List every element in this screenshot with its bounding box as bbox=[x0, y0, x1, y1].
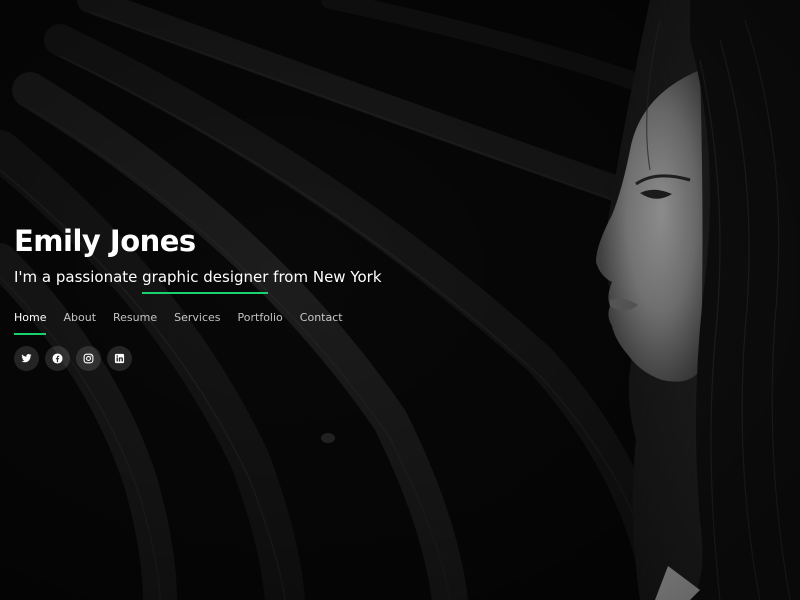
nav-about[interactable]: About bbox=[63, 309, 96, 333]
nav-portfolio[interactable]: Portfolio bbox=[238, 309, 283, 333]
hero-name: Emily Jones bbox=[14, 224, 196, 258]
facebook-icon bbox=[52, 353, 63, 364]
tagline-suffix: from New York bbox=[268, 268, 382, 286]
instagram-button[interactable] bbox=[76, 346, 101, 371]
nav-home[interactable]: Home bbox=[14, 309, 47, 335]
nav-contact[interactable]: Contact bbox=[300, 309, 343, 333]
facebook-button[interactable] bbox=[45, 346, 70, 371]
tagline-prefix: I'm a passionate bbox=[14, 268, 143, 286]
twitter-button[interactable] bbox=[14, 346, 39, 371]
hero-tagline: I'm a passionate graphic designer from N… bbox=[14, 264, 434, 294]
nav-services[interactable]: Services bbox=[174, 309, 220, 333]
main-nav: Home About Resume Services Portfolio Con… bbox=[14, 309, 434, 335]
nav-resume[interactable]: Resume bbox=[113, 309, 157, 333]
linkedin-icon bbox=[114, 353, 125, 364]
twitter-icon bbox=[21, 354, 32, 363]
linkedin-button[interactable] bbox=[107, 346, 132, 371]
tagline-highlight: graphic designer bbox=[142, 264, 269, 294]
instagram-icon bbox=[83, 353, 94, 364]
hero-content: Emily Jones I'm a passionate graphic des… bbox=[14, 222, 434, 371]
social-links bbox=[14, 346, 434, 371]
